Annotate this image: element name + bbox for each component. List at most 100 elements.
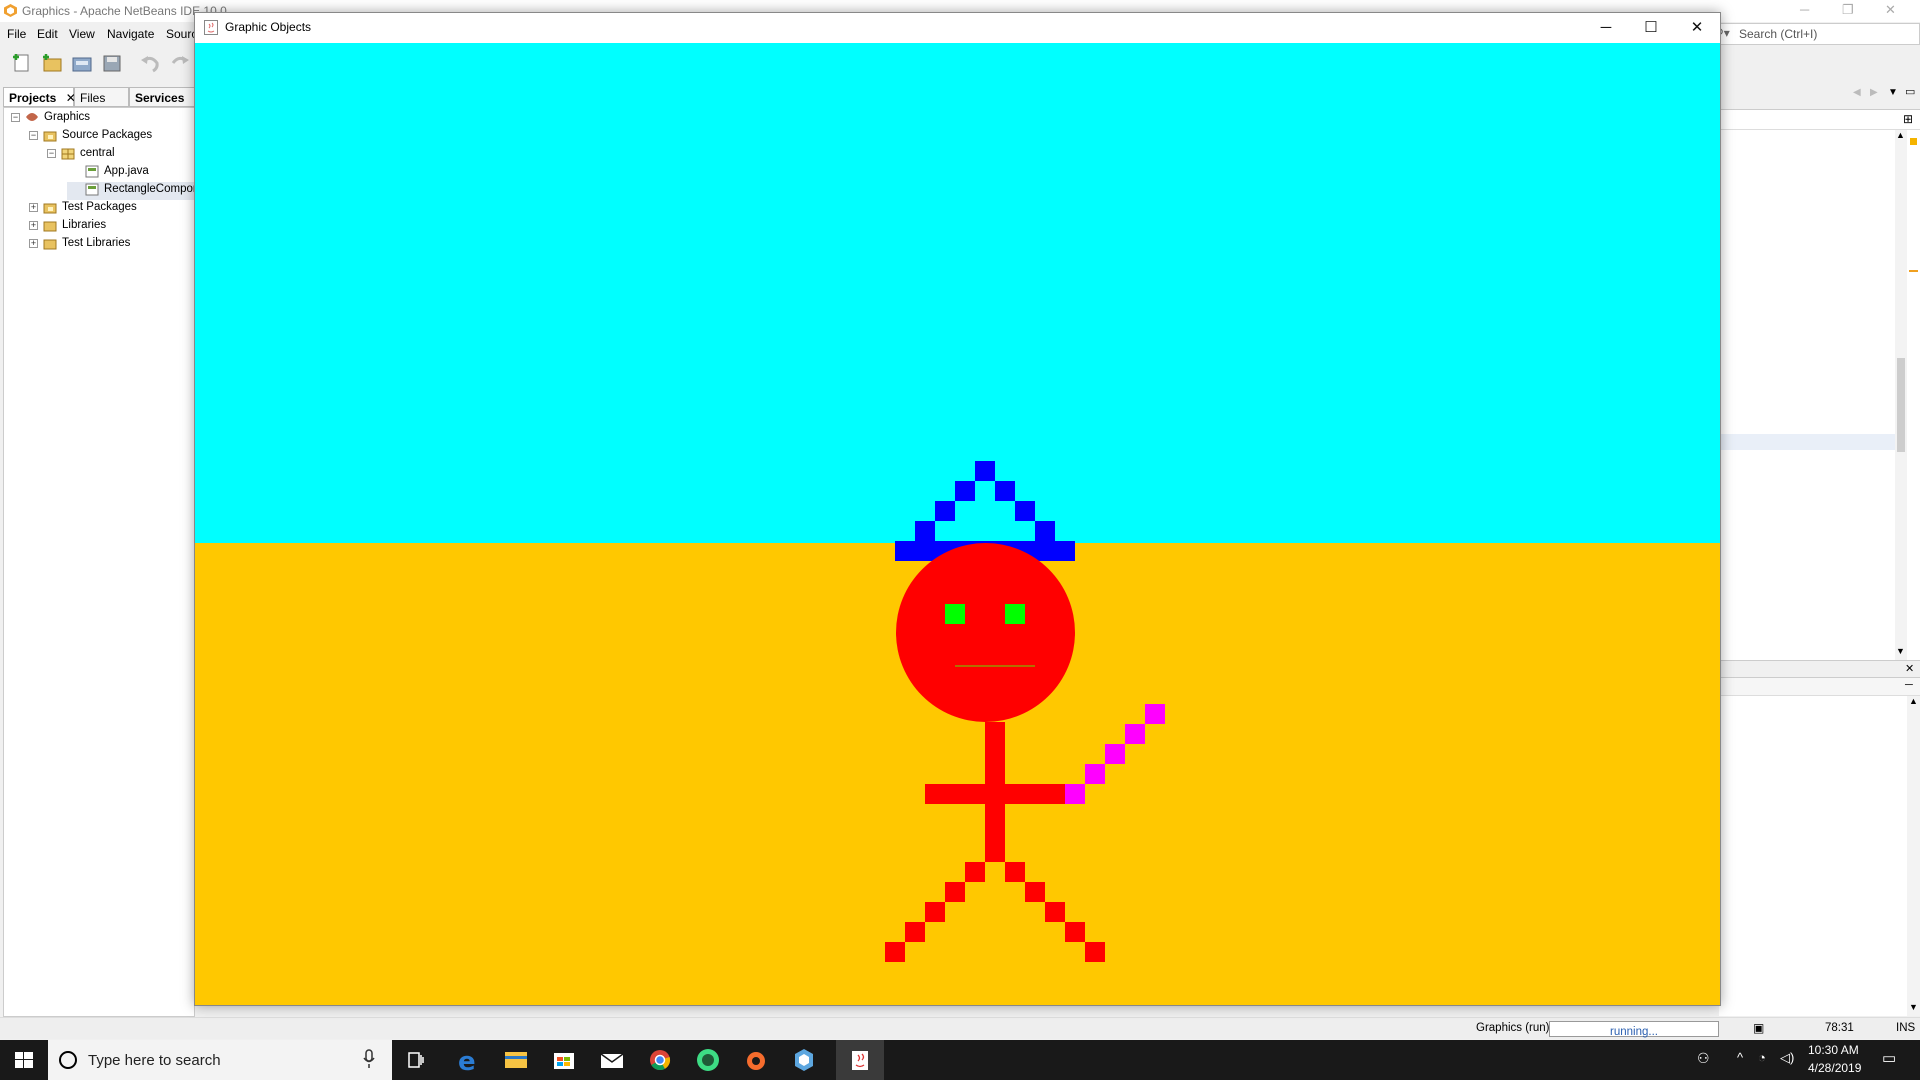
warning-stripe[interactable] (1909, 270, 1918, 272)
left-leg-block (885, 942, 905, 962)
close-icon[interactable]: ✕ (1905, 662, 1914, 675)
chevron-down-icon[interactable]: ▼ (1909, 1002, 1918, 1012)
chevron-up-icon[interactable]: ▲ (1896, 130, 1905, 140)
volume-icon[interactable]: ◁) (1780, 1050, 1794, 1066)
java-window-title-bar[interactable]: Graphic Objects ─ ☐ ✕ (195, 13, 1720, 43)
tab-files[interactable]: Files (74, 87, 129, 107)
redo-icon[interactable] (168, 52, 192, 74)
new-project-icon[interactable] (40, 52, 64, 74)
collapse-icon[interactable]: − (11, 113, 20, 122)
run-progress-bar[interactable]: running... (1549, 1021, 1719, 1038)
ide-search-box[interactable]: ⚲▾ Search (Ctrl+I) (1711, 23, 1920, 45)
wand-block (1105, 744, 1125, 764)
right-leg-block (1045, 902, 1065, 922)
hat-block (975, 461, 995, 481)
warning-marker[interactable] (1910, 138, 1917, 145)
taskbar-search-box[interactable]: Type here to search (48, 1040, 392, 1080)
chrome-icon[interactable] (636, 1040, 684, 1080)
java-icon[interactable] (836, 1040, 884, 1080)
undo-icon[interactable] (138, 52, 162, 74)
maximize-icon[interactable]: ▭ (1905, 85, 1915, 98)
hat-block (935, 501, 955, 521)
stick-figure-head (896, 543, 1075, 722)
netbeans-icon[interactable] (780, 1040, 828, 1080)
origin-icon[interactable] (732, 1040, 780, 1080)
hat-block (1015, 501, 1035, 521)
open-project-icon[interactable] (70, 52, 94, 74)
close-button[interactable]: ✕ (1675, 15, 1719, 41)
task-view-icon[interactable] (392, 1040, 440, 1080)
clock-date[interactable]: 4/28/2019 (1808, 1061, 1861, 1075)
java-window-title: Graphic Objects (225, 20, 312, 34)
wand-block (1065, 784, 1085, 804)
mail-icon[interactable] (588, 1040, 636, 1080)
output-pane[interactable] (1719, 696, 1907, 1016)
scrollbar-thumb[interactable] (1897, 358, 1905, 452)
chevron-down-icon[interactable]: ▼ (1896, 646, 1905, 656)
split-icon[interactable]: ⊞ (1903, 112, 1913, 126)
editor-scrollbar[interactable]: ▲ ▼ (1895, 130, 1907, 660)
scroll-right-icon[interactable]: ▶ (1870, 87, 1878, 98)
library-icon (43, 221, 57, 232)
ide-restore-button[interactable]: ❐ (1842, 2, 1854, 18)
package-folder-icon (43, 131, 57, 142)
menu-edit[interactable]: Edit (37, 27, 58, 41)
java-icon (204, 20, 218, 35)
package-folder-icon (43, 203, 57, 214)
right-leg-block (1085, 942, 1105, 962)
ide-close-button[interactable]: ✕ (1885, 2, 1896, 18)
chevron-up-icon[interactable]: ^ (1737, 1050, 1743, 1065)
hat-block (1035, 521, 1055, 541)
current-line-highlight (1719, 434, 1895, 450)
tree-item-rectangle-component[interactable]: RectangleCompone (67, 182, 194, 200)
minimize-button[interactable]: ─ (1584, 15, 1628, 41)
output-header: ✕ (1719, 660, 1920, 678)
menu-view[interactable]: View (69, 27, 95, 41)
windows-start-icon[interactable] (0, 1040, 48, 1080)
tab-projects[interactable]: Projects ✕ (3, 87, 76, 107)
edge-icon[interactable]: e (444, 1040, 492, 1080)
stick-figure-arms (925, 784, 1065, 804)
right-leg-block (1065, 922, 1085, 942)
notifications-icon[interactable]: ▭ (1882, 1049, 1896, 1067)
microphone-icon[interactable] (362, 1049, 376, 1069)
store-icon[interactable] (540, 1040, 588, 1080)
android-studio-icon[interactable] (684, 1040, 732, 1080)
tab-services[interactable]: Services (129, 87, 195, 107)
caret-position: 78:31 (1825, 1022, 1854, 1034)
java-file-icon (85, 183, 99, 196)
expand-icon[interactable]: + (29, 221, 38, 230)
editor-area: ◀ ▶ ▼ ▭ ⊞ ▲ ▼ ✕ ─ ▲ ▼ (1719, 82, 1920, 1017)
scroll-left-icon[interactable]: ◀ (1853, 87, 1861, 98)
left-eye (945, 604, 965, 624)
expand-icon[interactable]: + (29, 203, 38, 212)
clock-time[interactable]: 10:30 AM (1808, 1043, 1859, 1057)
package-icon (61, 148, 75, 160)
ide-toolbar (0, 48, 200, 78)
wifi-icon[interactable]: ◔ (1758, 1050, 1766, 1065)
ide-status-bar: Graphics (run) running... ▣ 78:31 INS (0, 1017, 1920, 1039)
collapse-icon[interactable]: − (29, 131, 38, 140)
netbeans-app-icon (4, 4, 17, 17)
wand-block (1145, 704, 1165, 724)
chevron-up-icon[interactable]: ▲ (1909, 696, 1918, 706)
ide-minimize-button[interactable]: ─ (1800, 2, 1809, 17)
collapse-icon[interactable]: − (47, 149, 56, 158)
people-icon[interactable]: ⚇ (1697, 1050, 1710, 1067)
stop-task-icon[interactable]: ▣ (1753, 1021, 1764, 1035)
file-explorer-icon[interactable] (492, 1040, 540, 1080)
menu-navigate[interactable]: Navigate (107, 27, 154, 41)
menu-file[interactable]: File (7, 27, 26, 41)
chevron-down-icon[interactable]: ▼ (1888, 87, 1898, 98)
menu-source[interactable]: Sourc (166, 27, 197, 41)
new-file-icon[interactable] (10, 52, 34, 74)
run-progress-label: running... (1610, 1026, 1658, 1038)
drawing-canvas[interactable] (195, 43, 1720, 1005)
output-scrollbar[interactable]: ▲ ▼ (1907, 696, 1920, 1016)
run-task-label: Graphics (run) (1476, 1022, 1550, 1034)
editor-text[interactable] (1719, 130, 1895, 660)
expand-icon[interactable]: + (29, 239, 38, 248)
minimize-icon[interactable]: ─ (1905, 679, 1913, 691)
maximize-button[interactable]: ☐ (1629, 15, 1673, 41)
save-all-icon[interactable] (100, 52, 124, 74)
